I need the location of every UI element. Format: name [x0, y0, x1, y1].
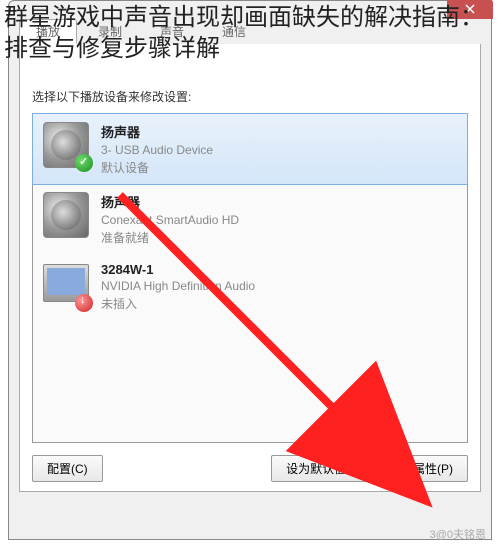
device-name: 扬声器	[101, 192, 457, 211]
status-unplugged-icon	[75, 294, 93, 312]
properties-button[interactable]: 属性(P)	[398, 455, 468, 482]
device-info: 扬声器 Conexant SmartAudio HD 准备就绪	[101, 192, 457, 246]
set-default-button[interactable]: 设为默认值(S) ▼	[271, 455, 390, 482]
monitor-icon	[43, 262, 89, 308]
sound-dialog-window: 播放 录制 声音 通信 选择以下播放设备来修改设置: 扬声器 3- USB Au…	[8, 0, 492, 540]
chevron-down-icon: ▼	[366, 465, 375, 475]
device-item[interactable]: 3284W-1 NVIDIA High Definition Audio 未插入	[33, 254, 467, 320]
speaker-icon	[43, 192, 89, 238]
watermark-text: 3@0夫铭恩	[430, 526, 486, 542]
configure-button[interactable]: 配置(C)	[32, 455, 103, 482]
device-name: 3284W-1	[101, 262, 457, 277]
device-info: 扬声器 3- USB Audio Device 默认设备	[101, 122, 457, 176]
status-default-icon	[75, 154, 93, 172]
article-title: 群星游戏中声音出现却画面缺失的解决指南：排查与修复步骤详解	[0, 0, 500, 66]
device-name: 扬声器	[101, 122, 457, 141]
buttons-row: 配置(C) 设为默认值(S) ▼ 属性(P)	[32, 455, 468, 482]
instruction-text: 选择以下播放设备来修改设置:	[32, 88, 468, 105]
device-status: 准备就绪	[101, 229, 457, 246]
device-status: 未插入	[101, 295, 457, 312]
tab-body: 选择以下播放设备来修改设置: 扬声器 3- USB Audio Device 默…	[19, 44, 481, 492]
device-item[interactable]: 扬声器 Conexant SmartAudio HD 准备就绪	[33, 184, 467, 254]
device-list[interactable]: 扬声器 3- USB Audio Device 默认设备 扬声器 Conexan…	[32, 113, 468, 443]
device-status: 默认设备	[101, 159, 457, 176]
device-item[interactable]: 扬声器 3- USB Audio Device 默认设备	[32, 113, 468, 185]
device-desc: Conexant SmartAudio HD	[101, 213, 457, 227]
device-desc: NVIDIA High Definition Audio	[101, 279, 457, 293]
device-desc: 3- USB Audio Device	[101, 143, 457, 157]
device-info: 3284W-1 NVIDIA High Definition Audio 未插入	[101, 262, 457, 312]
button-label: 设为默认值(S)	[286, 462, 362, 476]
speaker-icon	[43, 122, 89, 168]
